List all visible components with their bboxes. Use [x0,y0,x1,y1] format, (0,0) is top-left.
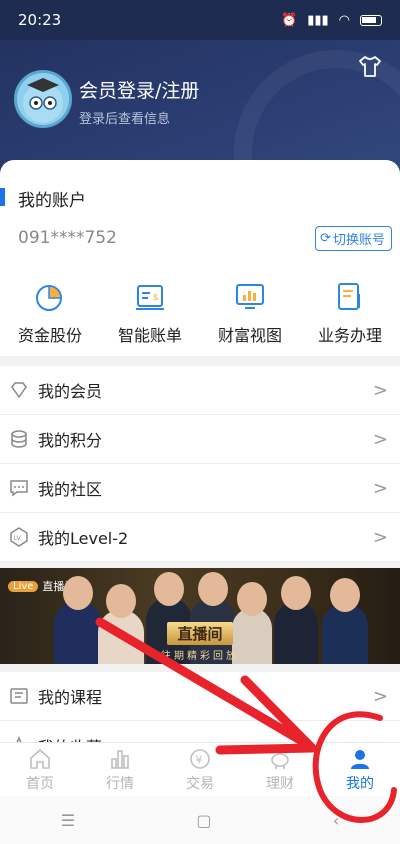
chevron-right-icon: > [372,527,388,548]
user-icon [351,750,369,769]
account-title: 我的账户 [18,191,86,211]
yen-coin-icon: ¥ [190,749,210,769]
tab-home[interactable]: 首页 [0,743,80,797]
signal-icon: ▮▮▮ [307,12,329,28]
quick-actions: 资金股份 $ 智能账单 财富视图 业务办理 [0,266,400,356]
account-number: 091****752 [18,228,117,248]
chat-icon [8,477,30,499]
menu-level2[interactable]: LV 我的Level-2 > [0,513,400,562]
bar-chart-icon [111,750,129,769]
switch-account-button[interactable]: ⟳ 切换账号 [315,226,392,251]
battery-icon [360,14,382,26]
status-time: 20:23 [18,11,62,29]
live-banner[interactable]: Live 直播间 直播间 往期精彩回放 [0,568,400,664]
chevron-right-icon: > [372,380,388,401]
host-photo [274,576,318,664]
tab-market[interactable]: 行情 [80,743,160,797]
diamond-icon [8,379,30,401]
menu-courses[interactable]: 我的课程 > [0,672,400,721]
monitor-chart-icon [236,284,264,309]
account-card[interactable]: 我的账户 091****752 ⟳ 切换账号 [0,160,400,266]
quick-wealth[interactable]: 财富视图 [200,266,300,356]
home-square-icon[interactable]: ▢ [196,811,211,830]
bill-icon: $ [136,285,164,310]
svg-text:$: $ [153,293,159,303]
host-photo [54,576,102,664]
quick-bill[interactable]: $ 智能账单 [100,266,200,356]
course-icon [8,685,30,707]
chevron-right-icon: > [372,429,388,450]
login-register-link[interactable]: 会员登录/注册 [79,76,199,103]
home-icon [30,748,50,769]
live-room-title: 直播间 往期精彩回放 [150,622,250,662]
member-menu: 我的会员 > 我的积分 > 我的社区 > LV 我的Level-2 > [0,366,400,562]
refresh-icon: ⟳ [320,231,331,246]
system-nav-bar: ☰ ▢ ‹ [0,796,400,844]
menu-points[interactable]: 我的积分 > [0,415,400,464]
chevron-right-icon: > [372,478,388,499]
switch-account-label: 切换账号 [332,233,385,248]
document-edit-icon [338,283,360,310]
tab-wealth[interactable]: 理财 [240,743,320,797]
menu-icon[interactable]: ☰ [61,811,75,830]
host-photo [98,584,144,664]
back-icon[interactable]: ‹ [333,811,339,830]
coins-icon [8,428,30,450]
tab-mine[interactable]: 我的 [320,743,400,797]
tab-trade[interactable]: ¥ 交易 [160,743,240,797]
login-hint: 登录后查看信息 [79,112,171,127]
lv-badge-icon: LV [8,526,30,548]
alarm-icon: ⏰ [281,12,298,28]
piggy-bank-icon [271,753,289,769]
chevron-right-icon: > [372,686,388,707]
avatar[interactable] [14,70,72,128]
host-photo [322,578,368,664]
wifi-icon: ◠ [338,12,350,28]
svg-text:LV: LV [14,534,22,542]
menu-community[interactable]: 我的社区 > [0,464,400,513]
bottom-tab-bar: 首页 行情 ¥ 交易 理财 我的 [0,742,400,797]
svg-text:¥: ¥ [196,754,203,767]
quick-business[interactable]: 业务办理 [300,266,400,356]
pie-chart-icon [36,285,62,311]
status-icons: ⏰ ▮▮▮ ◠ [281,13,382,28]
tshirt-icon[interactable] [356,52,384,80]
status-bar: 20:23 ⏰ ▮▮▮ ◠ [0,0,400,40]
menu-member[interactable]: 我的会员 > [0,366,400,415]
quick-funds[interactable]: 资金股份 [0,266,100,356]
